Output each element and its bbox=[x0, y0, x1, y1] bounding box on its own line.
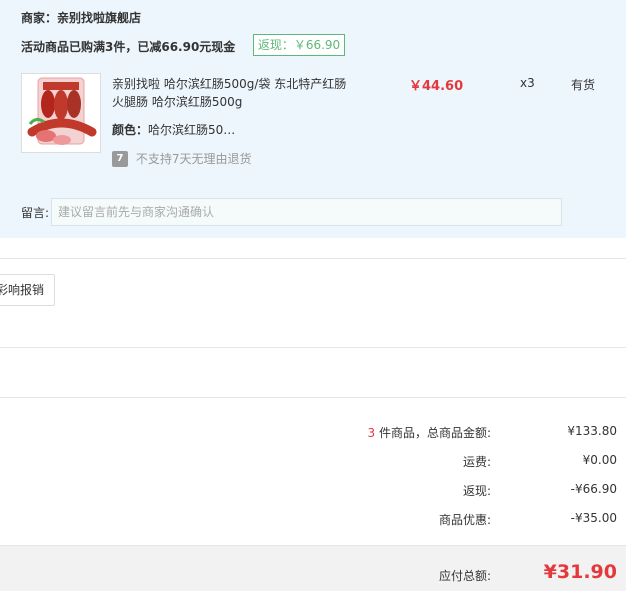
cashback-label: 返现: bbox=[462, 484, 491, 498]
item-count: 3 bbox=[367, 426, 376, 440]
divider bbox=[0, 258, 626, 259]
shipping-label: 运费: bbox=[462, 455, 491, 469]
merchant: 商家：亲别找啦旗舰店 bbox=[21, 9, 141, 26]
message-input[interactable] bbox=[51, 198, 562, 226]
shop-section: 商家：亲别找啦旗舰店 活动商品已购满3件，已减66.90元现金 返现：￥66.9… bbox=[0, 0, 626, 238]
divider bbox=[0, 397, 626, 398]
divider bbox=[0, 347, 626, 348]
goods-total-label: 件商品，总商品金额: bbox=[378, 426, 491, 440]
payable-label: 应付总额: bbox=[438, 569, 491, 583]
product-quantity: x3 bbox=[520, 76, 535, 90]
merchant-label: 商家： bbox=[21, 11, 58, 25]
no-return-notice: 7 不支持7天无理由退货 bbox=[112, 150, 251, 167]
no-return-text: 不支持7天无理由退货 bbox=[135, 152, 252, 166]
message-label: 留言: bbox=[21, 206, 50, 220]
payable-bar: 应付总额: ¥31.90 bbox=[0, 545, 626, 591]
no-return-icon: 7 bbox=[112, 150, 128, 167]
goods-total-value: ¥133.80 bbox=[567, 424, 617, 438]
payable-amount: ¥31.90 bbox=[543, 561, 617, 583]
product-image[interactable] bbox=[21, 73, 101, 153]
discount-label: 商品优惠: bbox=[438, 513, 491, 527]
cashback-value: -¥66.90 bbox=[570, 482, 617, 496]
goods-count-label: 3 件商品，总商品金额: bbox=[367, 424, 491, 441]
product-price: ￥44.60 bbox=[409, 79, 464, 94]
product-title-line2[interactable]: 火腿肠 哈尔滨红肠500g bbox=[112, 93, 242, 110]
product-title-line1[interactable]: 亲别找啦 哈尔滨红肠500g/袋 东北特产红肠 bbox=[112, 75, 346, 92]
product-color: 颜色：哈尔滨红肠50… bbox=[112, 121, 235, 138]
promo-text: 活动商品已购满3件，已减66.90元现金 bbox=[21, 40, 236, 54]
sausage-image-icon bbox=[22, 74, 100, 152]
discount-value: -¥35.00 bbox=[570, 511, 617, 525]
color-label: 颜色： bbox=[112, 123, 149, 137]
invoice-button[interactable]: 彩响报销 bbox=[0, 274, 55, 306]
merchant-name[interactable]: 亲别找啦旗舰店 bbox=[57, 11, 141, 25]
shipping-value: ¥0.00 bbox=[582, 453, 617, 467]
stock-status: 有货 bbox=[571, 78, 596, 92]
color-value: 哈尔滨红肠50… bbox=[148, 123, 236, 137]
rebate-tag: 返现：￥66.90 bbox=[253, 34, 345, 56]
